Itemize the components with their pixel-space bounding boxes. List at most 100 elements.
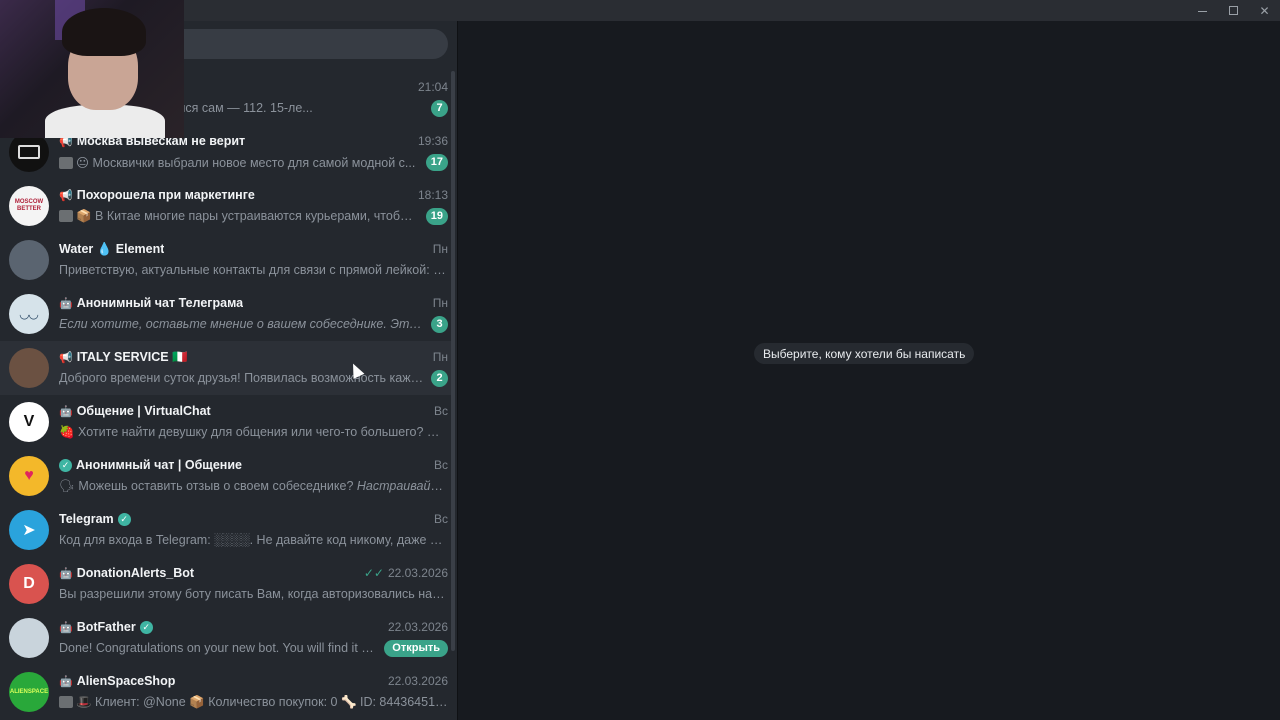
chat-row[interactable]: MOSCOW BETTER 📢 Похорошела при маркетинге 1… <box>0 179 452 233</box>
title-bar: ✕ <box>0 0 1280 21</box>
close-button[interactable]: ✕ <box>1249 0 1280 21</box>
main-panel: Выберите, кому хотели бы написать <box>459 21 1280 720</box>
chat-header: 🤖 Общение | VirtualChat Вс <box>59 402 448 420</box>
chat-time: Вс <box>434 458 448 472</box>
chat-preview-line: 🗣 Можешь оставить отзыв о своем собеседн… <box>59 476 448 496</box>
close-icon: ✕ <box>1259 3 1270 18</box>
landscape-photo <box>9 240 49 280</box>
chat-row[interactable]: 📢 ITALY SERVICE 🇮🇹 Пн Доброго времени суток… <box>0 341 452 395</box>
v-logo: V <box>9 402 49 442</box>
chat-name: Анонимный чат | Общение <box>76 458 242 472</box>
chat-time: 22.03.2026 <box>388 620 448 634</box>
chat-header: 🤖 AlienSpaceShop 22.03.2026 <box>59 672 448 690</box>
chat-name: Telegram <box>59 512 114 526</box>
bot-icon: 🤖 <box>59 675 73 688</box>
chat-preview: Доброго времени суток друзья! Появилась … <box>59 371 425 385</box>
chat-preview: 🗣 Можешь оставить отзыв о своем собеседн… <box>59 479 448 494</box>
verified-bot-icon: ✓ <box>59 458 72 472</box>
chat-preview: 😐 Москвички выбрали новое место для само… <box>59 155 420 170</box>
media-thumbnail <box>59 209 73 222</box>
media-thumbnail <box>59 695 73 708</box>
chat-preview: 🍓 Хотите найти девушку для общения или ч… <box>59 425 448 440</box>
verified-icon: ✓ <box>139 620 153 634</box>
chat-row[interactable]: V 🤖 Общение | VirtualChat Вс 🍓 Хотите найти … <box>0 395 452 449</box>
open-app-button[interactable]: Открыть <box>384 639 448 657</box>
empty-chat-hint: Выберите, кому хотели бы написать <box>754 343 975 364</box>
webcam-overlay <box>0 0 184 138</box>
chat-preview: Приветствую, актуальные контакты для свя… <box>59 263 448 277</box>
chat-time-text: Вс <box>433 458 448 472</box>
chat-header: 🤖 BotFather ✓ 22.03.2026 <box>59 618 448 636</box>
chat-preview-text: Приветствую, актуальные контакты для свя… <box>59 263 448 277</box>
chat-preview-text: Код для входа в Telegram: ░░░░. Не давай… <box>59 533 448 547</box>
chat-preview-text: Done! Congratulations on your new bot. Y… <box>59 641 379 655</box>
chat-time: Пн <box>433 296 448 310</box>
chat-row[interactable]: D 🤖 DonationAlerts_Bot ✓✓ 22.03.2026 Вы разре… <box>0 557 452 611</box>
chat-preview-text: 🗣 Можешь оставить отзыв о своем собеседн… <box>59 478 357 493</box>
chat-row[interactable]: ➤ Telegram ✓ Вс Код для входа в Telegram: ░░… <box>0 503 452 557</box>
chat-header: 📢 ITALY SERVICE 🇮🇹 Пн <box>59 348 448 366</box>
chat-time-text: 22.03.2026 <box>387 566 448 580</box>
chat-name: Общение | VirtualChat <box>76 404 211 418</box>
chat-preview: Если хотите, оставьте мнение о вашем соб… <box>59 317 425 331</box>
chat-header: 📢 Похорошела при маркетинге 18:13 <box>59 186 448 204</box>
chat-time-text: 19:36 <box>417 134 448 148</box>
chat-preview: 📦 В Китае многие пары устраиваются курье… <box>59 209 420 224</box>
bot-icon: 🤖 <box>59 567 73 580</box>
chat-preview-text: 📦 В Китае многие пары устраиваются курье… <box>76 208 420 223</box>
maximize-icon <box>1229 6 1238 15</box>
chat-time: 18:13 <box>418 188 448 202</box>
chat-preview-extra: Настраивайте и... <box>356 478 448 493</box>
chat-time: 22.03.2026 <box>388 674 448 688</box>
chat-row[interactable]: ALIENSPACE 🤖 AlienSpaceShop 22.03.2026 🎩 Кли… <box>0 665 452 719</box>
chat-header: Telegram ✓ Вс <box>59 510 448 528</box>
chat-name: BotFather <box>76 620 136 634</box>
heart-icon: ♥ <box>9 456 49 496</box>
chat-header: Water 💧 Element Пн <box>59 240 448 258</box>
chat-time-text: Вс <box>433 404 448 418</box>
chat-time-text: 22.03.2026 <box>387 620 448 634</box>
alien-icon: ALIENSPACE <box>9 672 49 712</box>
chat-time-text: Пн <box>432 350 448 364</box>
chat-row[interactable]: Water 💧 Element Пн Приветствую, актуальные… <box>0 233 452 287</box>
chat-time-text: 21:04 <box>417 80 448 94</box>
unread-badge: 7 <box>431 99 448 117</box>
chat-preview-line: Вы разрешили этому боту писать Вам, когд… <box>59 584 448 604</box>
maximize-button[interactable] <box>1218 0 1249 21</box>
window-controls: ✕ <box>1187 0 1280 21</box>
chat-row[interactable]: 🤖 BotFather ✓ 22.03.2026 Done! Congratulatio… <box>0 611 452 665</box>
channel-icon: 📢 <box>59 351 73 364</box>
verified-icon: ✓ <box>117 512 131 526</box>
chat-header: 🤖 Анонимный чат Телеграма Пн <box>59 294 448 312</box>
chat-preview-line: 🎩 Клиент: @None 📦 Количество покупок: 0 … <box>59 692 448 712</box>
chat-preview: Код для входа в Telegram: ░░░░. Не давай… <box>59 533 448 547</box>
chat-row[interactable]: ♥ ✓ Анонимный чат | Общение Вс 🗣 Можешь оста… <box>0 449 452 503</box>
paper-plane-icon: ➤ <box>9 510 49 550</box>
moscow-better-logo: MOSCOW BETTER <box>9 186 49 226</box>
chat-time-text: 18:13 <box>417 188 448 202</box>
chat-preview-text: 😐 Москвички выбрали новое место для само… <box>76 155 416 170</box>
minimize-button[interactable] <box>1187 0 1218 21</box>
bot-icon: 🤖 <box>59 405 73 418</box>
unread-badge: 17 <box>425 153 448 171</box>
chat-list: 21:04 ёк заправку и загорелся сам — 112. … <box>0 71 452 719</box>
scrollbar[interactable] <box>451 71 455 651</box>
chat-time-text: Вс <box>433 512 448 526</box>
chat-preview-line: 📦 В Китае многие пары устраиваются курье… <box>59 206 448 226</box>
chat-preview: Вы разрешили этому боту писать Вам, когд… <box>59 587 448 601</box>
minimize-icon <box>1198 11 1207 12</box>
chat-preview-line: Если хотите, оставьте мнение о вашем соб… <box>59 314 448 334</box>
chat-preview: Done! Congratulations on your new bot. Y… <box>59 641 378 655</box>
signboard-icon <box>9 132 49 172</box>
unread-badge: 3 <box>431 315 448 333</box>
bot-icon: 🤖 <box>59 621 73 634</box>
bot-icon: 🤖 <box>59 297 73 310</box>
chat-preview: 🎩 Клиент: @None 📦 Количество покупок: 0 … <box>59 695 448 710</box>
chat-preview-text: 🎩 Клиент: @None 📦 Количество покупок: 0 … <box>76 694 448 709</box>
read-check-icon: ✓✓ <box>363 566 384 580</box>
group-photo <box>9 348 49 388</box>
chat-time-text: Пн <box>432 296 448 310</box>
chat-preview-line: 😐 Москвички выбрали новое место для само… <box>59 152 448 172</box>
chat-row[interactable]: ◡◡ 🤖 Анонимный чат Телеграма Пн Если хотите,… <box>0 287 452 341</box>
chat-name: Water 💧 Element <box>59 241 165 256</box>
